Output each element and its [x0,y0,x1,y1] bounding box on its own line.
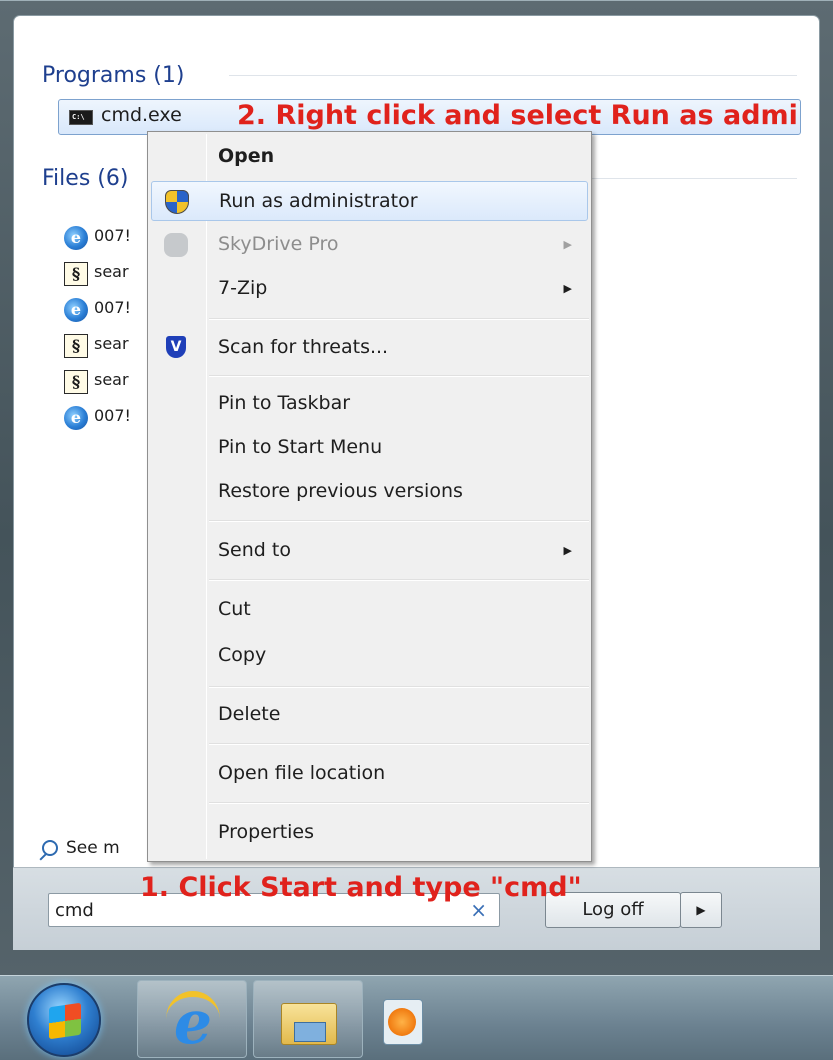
menu-item-delete[interactable]: Delete [151,695,588,735]
menu-item-7-zip[interactable]: 7-Zip ▶ [151,269,588,309]
ie-icon: e [64,226,88,250]
menu-separator [209,802,589,804]
files-header: Files (6) [42,166,129,191]
files-header-rule [592,178,797,179]
taskbar-windows-explorer-button[interactable] [253,980,363,1058]
file-item-label: sear [94,262,129,281]
menu-item-label: Send to [218,539,291,561]
taskbar-internet-explorer-button[interactable]: e [137,980,247,1058]
menu-item-label: Open file location [218,762,386,784]
windows-explorer-icon [281,1003,337,1045]
menu-item-label: Scan for threats... [218,336,389,358]
script-icon: § [64,262,88,286]
menu-item-run-as-administrator[interactable]: Run as administrator [151,181,588,221]
windows-flag-icon [49,1002,81,1040]
menu-item-pin-to-start-menu[interactable]: Pin to Start Menu [151,428,588,468]
see-more-results-link[interactable]: See m [42,838,120,858]
menu-separator [209,579,589,581]
menu-item-pin-to-taskbar[interactable]: Pin to Taskbar [151,384,588,424]
menu-separator [209,743,589,745]
menu-separator [209,520,589,522]
windows-start-orb-icon[interactable] [27,983,101,1057]
shutdown-options-arrow[interactable]: ▶ [680,892,722,928]
ie-icon: e [64,406,88,430]
annotation-step-2: 2. Right click and select Run as admi [237,100,798,131]
see-more-label: See m [66,838,120,858]
program-item-label: cmd.exe [101,104,182,126]
menu-item-skydrive-pro[interactable]: SkyDrive Pro ▶ [151,225,588,265]
menu-item-open[interactable]: Open [151,137,588,177]
cmd-icon: C:\ [69,110,93,125]
menu-item-label: 7-Zip [218,277,268,299]
menu-item-label: Cut [218,598,251,620]
file-item-label: sear [94,334,129,353]
script-icon: § [64,334,88,358]
menu-item-label: Copy [218,644,267,666]
submenu-arrow-icon: ▶ [563,544,572,557]
menu-item-label: Pin to Start Menu [218,436,383,458]
menu-item-label: Restore previous versions [218,480,463,502]
uac-shield-icon [165,190,189,214]
menu-item-scan-for-threats[interactable]: V Scan for threats... [151,328,588,368]
menu-item-send-to[interactable]: Send to ▶ [151,531,588,571]
menu-item-label: SkyDrive Pro [218,233,339,255]
media-player-icon [383,999,423,1045]
search-icon [42,840,58,856]
menu-item-label: Pin to Taskbar [218,392,351,414]
file-item-label: 007! [94,406,131,425]
menu-item-restore-previous-versions[interactable]: Restore previous versions [151,472,588,512]
script-icon: § [64,370,88,394]
file-item-label: 007! [94,226,131,245]
ie-icon: e [64,298,88,322]
menu-item-label: Run as administrator [219,190,418,212]
annotation-step-1: 1. Click Start and type "cmd" [140,872,582,903]
menu-separator [209,318,589,320]
taskbar-media-player-button[interactable] [370,980,440,1058]
menu-item-cut[interactable]: Cut [151,590,588,630]
menu-item-label: Properties [218,821,315,843]
programs-header-rule [229,75,797,76]
taskbar: e [0,975,833,1060]
submenu-arrow-icon: ▶ [563,282,572,295]
submenu-arrow-icon: ▶ [563,238,572,251]
menu-item-label: Open [218,145,275,167]
menu-item-copy[interactable]: Copy [151,636,588,676]
menu-item-properties[interactable]: Properties [151,813,588,853]
menu-item-label: Delete [218,703,281,725]
context-menu: Open Run as administrator SkyDrive Pro ▶… [147,131,592,862]
menu-separator [209,375,589,377]
internet-explorer-icon: e [166,991,220,1053]
menu-separator [209,686,589,688]
antivirus-icon: V [166,336,186,358]
menu-item-open-file-location[interactable]: Open file location [151,754,588,794]
programs-header: Programs (1) [42,63,185,88]
file-item-label: sear [94,370,129,389]
file-item-label: 007! [94,298,131,317]
skydrive-cloud-icon [164,233,188,257]
